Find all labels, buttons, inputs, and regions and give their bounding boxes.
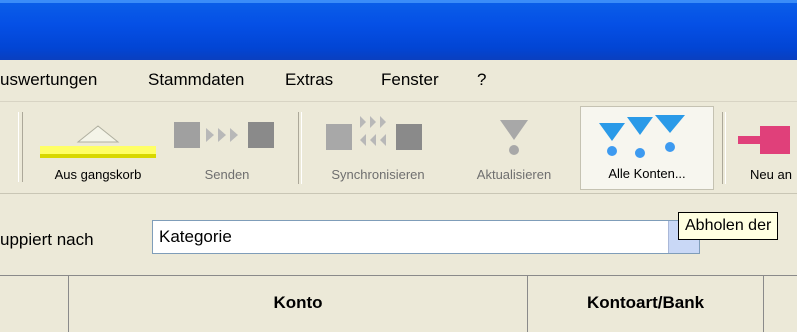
aktualisieren-button[interactable]: Aktualisieren: [452, 106, 576, 190]
column-header-konto-label: Konto: [273, 293, 323, 312]
toolbar: Aus gangskorb Senden Synchronisieren Akt…: [0, 102, 797, 194]
tooltip: Abholen der: [678, 212, 779, 240]
neu-anlegen-label: Neu an: [750, 167, 792, 182]
synchronisieren-label: Synchronisieren: [331, 167, 425, 182]
aktualisieren-label: Aktualisieren: [476, 167, 552, 182]
refresh-icon: [500, 120, 528, 155]
toolbar-separator: [298, 112, 302, 184]
column-header-kontoart-label: Kontoart/Bank: [586, 293, 705, 312]
menu-stammdaten[interactable]: Stammdaten: [148, 70, 244, 90]
grouping-select[interactable]: Kategorie: [152, 220, 700, 254]
sync-icon: [326, 116, 422, 150]
senden-button[interactable]: Senden: [166, 106, 288, 190]
column-header-blank[interactable]: [0, 276, 69, 332]
ausgangskorb-label: Aus gangskorb: [54, 167, 142, 182]
ausgangskorb-button[interactable]: Aus gangskorb: [30, 106, 166, 190]
grouping-label: uppiert nach: [0, 230, 94, 249]
alle-konten-button[interactable]: Alle Konten...: [580, 106, 714, 190]
send-icon: [174, 122, 274, 148]
menu-fenster[interactable]: Fenster: [381, 70, 439, 90]
toolbar-separator: [722, 112, 726, 184]
column-header-konto[interactable]: Konto: [69, 276, 528, 332]
outbox-icon: [40, 125, 156, 158]
alle-konten-label: Alle Konten...: [608, 166, 686, 181]
menu-bar: uswertungen Stammdaten Extras Fenster ?: [0, 60, 797, 102]
menu-help[interactable]: ?: [477, 70, 486, 90]
menu-auswertungen[interactable]: uswertungen: [0, 70, 97, 90]
column-header-next[interactable]: [764, 276, 797, 332]
title-bar: [0, 0, 797, 60]
grid-header: Konto Kontoart/Bank: [0, 275, 797, 332]
grouping-value: Kategorie: [159, 227, 232, 246]
synchronisieren-button[interactable]: Synchronisieren: [308, 106, 448, 190]
new-icon: [738, 126, 790, 154]
column-header-kontoart[interactable]: Kontoart/Bank: [528, 276, 764, 332]
neu-anlegen-button[interactable]: Neu an: [732, 106, 797, 190]
senden-label: Senden: [204, 167, 250, 182]
all-accounts-icon: [599, 115, 685, 158]
menu-extras[interactable]: Extras: [285, 70, 333, 90]
toolbar-grip[interactable]: [18, 112, 23, 182]
